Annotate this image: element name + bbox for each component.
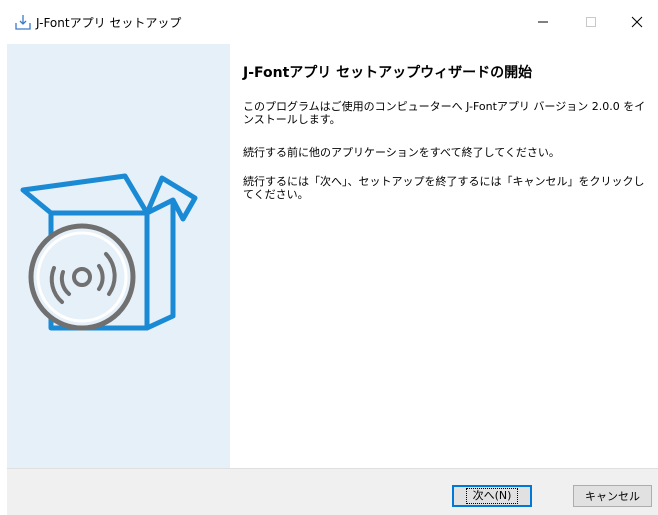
maximize-button[interactable]	[568, 0, 614, 44]
maximize-icon	[586, 17, 596, 27]
wizard-content: J-Fontアプリ セットアップウィザードの開始 このプログラムはご使用のコンピ…	[230, 44, 658, 468]
cancel-button[interactable]: キャンセル	[573, 485, 652, 507]
close-apps-text: 続行する前に他のアプリケーションをすべて終了してください。	[243, 146, 560, 159]
setup-window: J-Fontアプリ セットアップ J-Fontアプリ セットアップウィザードの開…	[0, 0, 658, 515]
window-title: J-Fontアプリ セットアップ	[36, 16, 182, 30]
close-icon	[631, 16, 643, 28]
box-with-disc-icon	[20, 173, 198, 331]
wizard-banner	[7, 44, 230, 468]
continue-instructions-text: 続行するには「次へ」、セットアップを終了するには「キャンセル」をクリックしてくだ…	[243, 175, 645, 201]
intro-text: このプログラムはご使用のコンピューターへ J-Fontアプリ バージョン 2.0…	[243, 100, 646, 126]
page-title: J-Fontアプリ セットアップウィザードの開始	[243, 65, 533, 81]
minimize-icon	[538, 21, 548, 23]
next-button[interactable]: 次へ(N)	[452, 485, 532, 507]
title-bar[interactable]: J-Fontアプリ セットアップ	[0, 0, 658, 44]
next-button-label: 次へ(N)	[465, 488, 519, 504]
button-bar: 次へ(N) キャンセル	[7, 468, 658, 515]
install-icon	[15, 14, 31, 30]
close-button[interactable]	[614, 0, 658, 44]
minimize-button[interactable]	[520, 0, 566, 44]
